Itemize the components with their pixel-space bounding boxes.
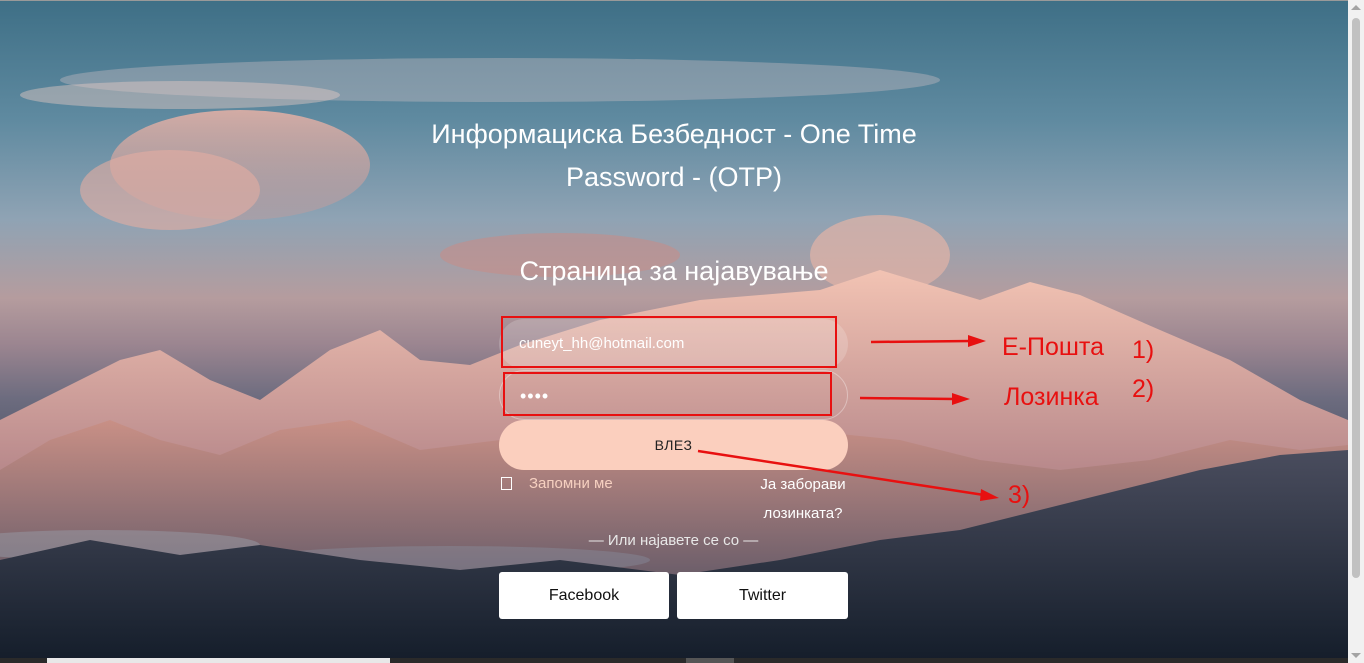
bottom-strip-segment [47,658,390,663]
email-annotation-label: Е-Пошта [1002,333,1105,361]
login-annotation-number: 3) [1008,481,1031,509]
vertical-scrollbar[interactable] [1348,0,1364,663]
scrollbar-thumb[interactable] [1352,18,1360,578]
email-arrow [870,339,973,344]
login-arrow-head [980,489,999,501]
email-annotation-number: 1) [1132,336,1155,364]
password-arrow [859,396,956,401]
password-annotation-label: Лозинка [1004,383,1099,411]
bottom-strip [0,658,1348,663]
annotation-arrows [697,335,999,501]
password-annotation-number: 2) [1132,375,1155,403]
scroll-down-arrow-icon[interactable] [1351,653,1361,658]
password-arrow-head [952,393,970,405]
scroll-up-arrow-icon[interactable] [1351,5,1361,10]
login-arrow [697,449,985,497]
bottom-strip-segment [686,658,734,663]
email-arrow-head [968,335,986,347]
